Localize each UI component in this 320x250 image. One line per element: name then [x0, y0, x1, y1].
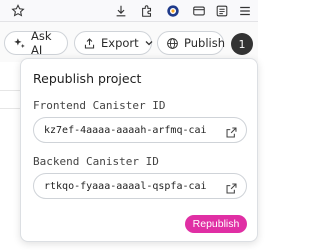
divider [0, 90, 22, 91]
frontend-canister-field[interactable]: kz7ef-4aaaa-aaaah-arfmq-cai [33, 117, 247, 143]
extension-icon[interactable] [138, 2, 156, 20]
backend-canister-label: Backend Canister ID [33, 155, 159, 168]
menu-icon[interactable] [236, 2, 254, 20]
popover-title: Republish project [33, 71, 142, 86]
upload-icon [84, 37, 95, 48]
download-icon[interactable] [112, 2, 130, 20]
avatar[interactable]: 1 [231, 33, 253, 55]
divider [0, 108, 22, 109]
app-header: Ask AI Export Publish 1 [0, 22, 258, 62]
account-icon[interactable] [164, 2, 182, 20]
chevron-down-icon [145, 41, 153, 46]
star-icon[interactable] [9, 2, 27, 20]
sparkle-icon [14, 37, 25, 48]
ask-ai-button[interactable]: Ask AI [4, 29, 68, 57]
external-link-icon[interactable] [225, 180, 238, 194]
export-button[interactable]: Export [74, 31, 153, 55]
globe-icon [167, 37, 178, 49]
backend-canister-id: rtkqo-fyaaa-aaaal-qspfa-cai [44, 180, 207, 192]
ask-ai-label: Ask AI [31, 29, 52, 57]
publish-label: Publish [184, 36, 225, 50]
reader-icon[interactable] [213, 2, 231, 20]
republish-popover: Republish project Frontend Canister ID k… [20, 58, 258, 242]
frontend-canister-id: kz7ef-4aaaa-aaaah-arfmq-cai [44, 124, 207, 136]
frontend-canister-label: Frontend Canister ID [33, 99, 166, 112]
external-link-icon[interactable] [225, 124, 238, 138]
background-editor [0, 62, 22, 250]
browser-toolbar [0, 0, 258, 22]
windows-icon[interactable] [190, 2, 208, 20]
republish-button[interactable]: Republish [185, 215, 247, 233]
export-label: Export [101, 36, 139, 50]
backend-canister-field[interactable]: rtkqo-fyaaa-aaaal-qspfa-cai [33, 173, 247, 199]
publish-button[interactable]: Publish [157, 31, 225, 55]
